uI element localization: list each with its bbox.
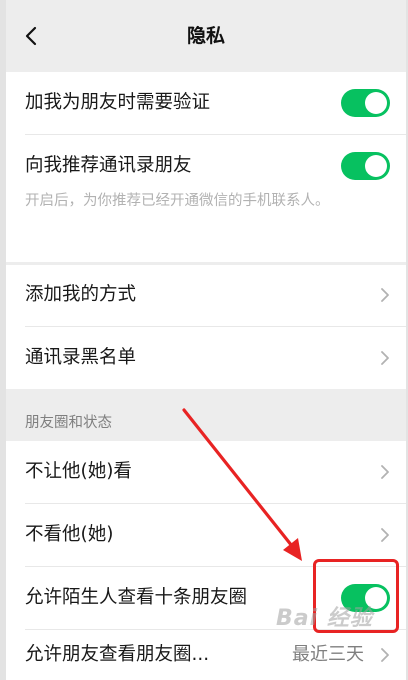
verify-toggle[interactable]: [341, 89, 390, 117]
chevron-right-icon: [381, 288, 389, 302]
privacy-toggles-group: 加我为朋友时需要验证 向我推荐通讯录朋友 开启后，为你推荐已经开通微信的手机联系…: [6, 72, 406, 262]
blacklist-label: 通讯录黑名单: [25, 347, 137, 368]
view-range-label: 允许朋友查看朋友圈...: [25, 644, 210, 665]
view-range-row[interactable]: 允许朋友查看朋友圈... 最近三天: [6, 630, 406, 680]
recommend-label: 向我推荐通讯录朋友: [25, 155, 192, 176]
add-method-label: 添加我的方式: [25, 284, 137, 305]
add-method-row[interactable]: 添加我的方式: [6, 265, 406, 326]
chevron-right-icon: [381, 465, 389, 479]
section-header-moments: 朋友圈和状态: [25, 415, 112, 431]
chevron-right-icon: [381, 528, 389, 542]
verify-label: 加我为朋友时需要验证: [25, 92, 211, 113]
contacts-settings-group: 添加我的方式 通讯录黑名单: [6, 265, 406, 389]
chevron-right-icon: [381, 351, 389, 365]
dont-see-label: 不看他(她): [25, 524, 114, 545]
recommend-toggle[interactable]: [341, 152, 390, 180]
hide-from-row[interactable]: 不让他(她)看: [6, 441, 406, 503]
view-range-value: 最近三天: [292, 644, 364, 665]
dont-see-row[interactable]: 不看他(她): [6, 504, 406, 566]
recommend-row[interactable]: 向我推荐通讯录朋友 开启后，为你推荐已经开通微信的手机联系人。: [6, 135, 406, 262]
blacklist-row[interactable]: 通讯录黑名单: [6, 327, 406, 389]
nav-bar: 隐私: [6, 0, 406, 72]
hide-from-label: 不让他(她)看: [25, 461, 132, 482]
recommend-description: 开启后，为你推荐已经开通微信的手机联系人。: [25, 193, 330, 209]
privacy-settings-screen: 隐私 加我为朋友时需要验证 向我推荐通讯录朋友 开启后，为你推荐已经开通微信的手…: [0, 0, 408, 680]
toggle-knob: [365, 92, 387, 114]
watermark-logo: Bai 经验: [276, 606, 373, 631]
verify-row[interactable]: 加我为朋友时需要验证: [6, 72, 406, 134]
stranger-view-label: 允许陌生人查看十条朋友圈: [25, 587, 248, 608]
toggle-knob: [365, 155, 387, 177]
page-title: 隐私: [186, 25, 225, 47]
chevron-right-icon: [381, 648, 389, 662]
